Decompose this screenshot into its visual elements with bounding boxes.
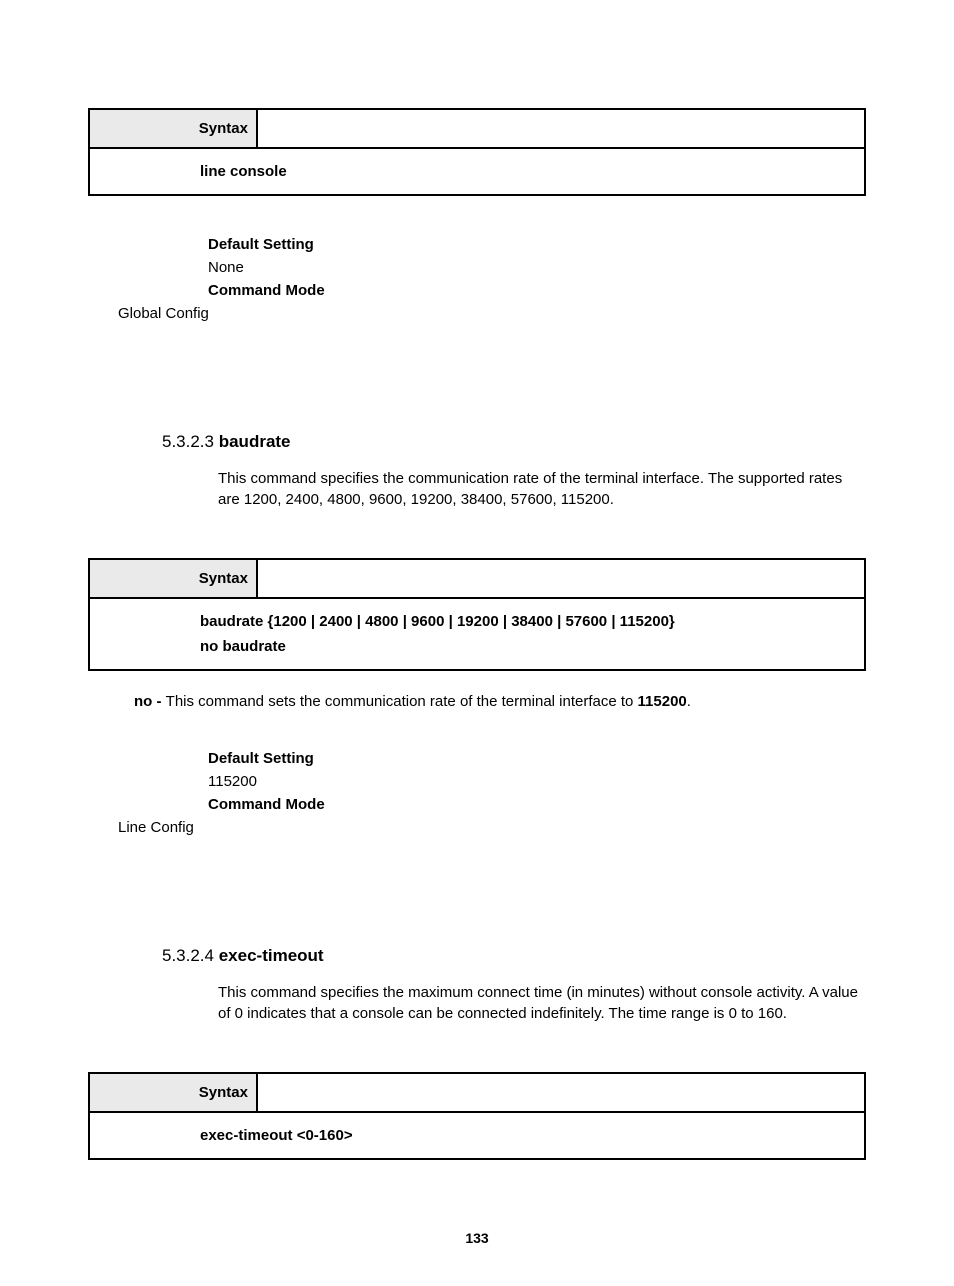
no-prefix: no -	[134, 693, 166, 710]
syntax-box-2: Syntax baudrate {1200 | 2400 | 4800 | 96…	[88, 558, 866, 671]
command-mode-value: Line Config	[118, 819, 866, 836]
syntax-box-3: Syntax exec-timeout <0-160>	[88, 1072, 866, 1160]
command-mode-value: Global Config	[118, 305, 866, 322]
content-area: Syntax line console Default Setting None…	[88, 108, 866, 1160]
default-setting-label: Default Setting	[208, 750, 866, 767]
command-mode-label: Command Mode	[208, 282, 866, 299]
default-setting-value: None	[208, 259, 866, 276]
section-heading-exec-timeout: 5.3.2.4 exec-timeout	[162, 946, 866, 966]
syntax-body: exec-timeout <0-160>	[90, 1113, 864, 1158]
no-note: no - This command sets the communication…	[134, 693, 866, 710]
no-value: 115200	[638, 693, 687, 710]
section-number: 5.3.2.3	[162, 432, 219, 451]
page: Syntax line console Default Setting None…	[0, 108, 954, 1286]
syntax-label: Syntax	[90, 560, 258, 597]
syntax-label: Syntax	[90, 1074, 258, 1111]
syntax-body: line console	[90, 149, 864, 194]
command-mode-label: Command Mode	[208, 796, 866, 813]
settings-block-2: Default Setting 115200 Command Mode	[208, 750, 866, 813]
no-suffix: .	[687, 693, 691, 710]
section-description: This command specifies the maximum conne…	[218, 982, 866, 1024]
syntax-line: baudrate {1200 | 2400 | 4800 | 9600 | 19…	[200, 609, 856, 634]
page-number: 133	[0, 1230, 954, 1246]
section-title: baudrate	[219, 432, 291, 451]
section-heading-baudrate: 5.3.2.3 baudrate	[162, 432, 866, 452]
syntax-line: line console	[200, 159, 856, 184]
syntax-label: Syntax	[90, 110, 258, 147]
syntax-box-1: Syntax line console	[88, 108, 866, 196]
syntax-header: Syntax	[90, 110, 864, 149]
default-setting-label: Default Setting	[208, 236, 866, 253]
section-title: exec-timeout	[219, 946, 324, 965]
syntax-header: Syntax	[90, 1074, 864, 1113]
syntax-body: baudrate {1200 | 2400 | 4800 | 9600 | 19…	[90, 599, 864, 669]
section-description: This command specifies the communication…	[218, 468, 866, 510]
settings-block-1: Default Setting None Command Mode	[208, 236, 866, 299]
syntax-header: Syntax	[90, 560, 864, 599]
syntax-line: exec-timeout <0-160>	[200, 1123, 856, 1148]
section-number: 5.3.2.4	[162, 946, 219, 965]
no-text: This command sets the communication rate…	[166, 693, 638, 710]
default-setting-value: 115200	[208, 773, 866, 790]
syntax-line: no baudrate	[200, 634, 856, 659]
